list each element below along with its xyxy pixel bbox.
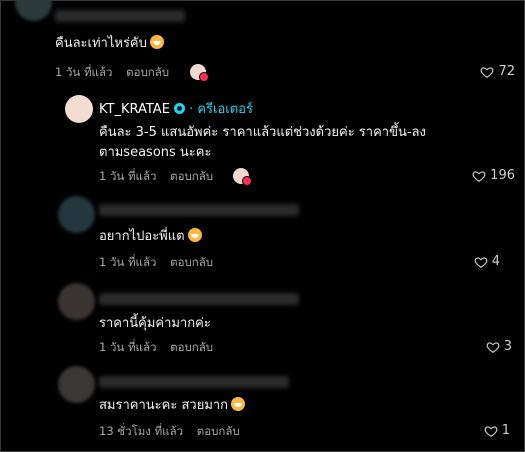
- comment-time: 1 วัน ที่แล้ว: [55, 65, 113, 79]
- comment-time: 1 วัน ที่แล้ว: [99, 169, 157, 183]
- creator-tag: · ครีเอเตอร์: [189, 102, 253, 117]
- creator-liked-avatar: [190, 64, 209, 82]
- smiling-face-with-hearts-icon: [187, 228, 202, 242]
- comment-text-body: คืนละเท่าไหร่คับ: [55, 36, 147, 51]
- comment-meta: 13 ชั่วโมง ที่แล้ว ตอบกลับ: [99, 423, 250, 441]
- heart-icon: [486, 341, 500, 353]
- verified-badge-icon: [173, 103, 185, 114]
- liked-badge-icon: [199, 72, 209, 82]
- reply-button[interactable]: ตอบกลับ: [197, 424, 240, 438]
- comment-text-line-2: ตามseasons นะคะ: [99, 145, 212, 160]
- creator-name-row: KT_KRATAE · ครีเอเตอร์: [99, 98, 253, 119]
- like-count: 196: [490, 168, 515, 183]
- heart-icon: [484, 425, 498, 437]
- smiling-face-with-hearts-icon: [231, 397, 246, 411]
- comment-text-line-1: คืนละ 3-5 แสนอัพค่ะ ราคาแล้วแต่ช่วงด้วยค…: [99, 125, 426, 140]
- like-count: 4: [491, 254, 500, 269]
- reply-button[interactable]: ตอบกลับ: [170, 169, 213, 183]
- comment-time: 1 วัน ที่แล้ว: [99, 340, 157, 354]
- reply-button[interactable]: ตอบกลับ: [126, 65, 169, 79]
- grinning-face-icon: [149, 35, 164, 49]
- like-count: 1: [501, 423, 510, 438]
- comment-meta: 1 วัน ที่แล้ว ตอบกลับ: [99, 339, 223, 357]
- like-count: 3: [503, 339, 512, 354]
- comment-meta: 1 วัน ที่แล้ว ตอบกลับ: [99, 168, 223, 186]
- avatar[interactable]: [58, 283, 95, 320]
- like-button[interactable]: 72: [480, 64, 515, 79]
- comment-time: 1 วัน ที่แล้ว: [99, 255, 157, 269]
- comment-meta: 1 วัน ที่แล้ว ตอบกลับ: [55, 64, 179, 82]
- comment-time: 13 ชั่วโมง ที่แล้ว: [99, 424, 184, 438]
- comment-text: ราคานี้คุ้มค่ามากค่ะ: [99, 316, 211, 331]
- comment-meta: 1 วัน ที่แล้ว ตอบกลับ: [99, 254, 223, 272]
- reply-button[interactable]: ตอบกลับ: [170, 340, 213, 354]
- comment-text: สมราคานะคะ สวยมาก: [99, 395, 246, 416]
- comment-text: อยากไปอะพี่แต: [99, 226, 202, 247]
- creator-username[interactable]: KT_KRATAE: [99, 102, 170, 117]
- username-blurred[interactable]: [99, 204, 299, 216]
- liked-badge-icon: [242, 176, 252, 186]
- comment-text: คืนละเท่าไหร่คับ: [55, 33, 164, 54]
- like-button[interactable]: 3: [486, 339, 512, 354]
- heart-icon: [474, 256, 488, 268]
- comment-text-body: สมราคานะคะ สวยมาก: [99, 398, 229, 413]
- creator-liked-avatar: [233, 168, 252, 186]
- username-blurred[interactable]: [99, 293, 299, 305]
- heart-icon: [472, 170, 486, 182]
- heart-icon: [481, 66, 494, 78]
- avatar[interactable]: [58, 366, 95, 403]
- username-blurred[interactable]: [55, 10, 185, 22]
- creator-avatar[interactable]: [65, 95, 93, 123]
- comment-text-body: อยากไปอะพี่แต: [99, 229, 185, 244]
- like-count: 72: [498, 64, 515, 79]
- avatar[interactable]: [58, 196, 95, 233]
- like-button[interactable]: 1: [484, 423, 510, 438]
- reply-button[interactable]: ตอบกลับ: [170, 255, 213, 269]
- like-button[interactable]: 4: [474, 254, 500, 269]
- username-blurred[interactable]: [99, 376, 289, 388]
- like-button[interactable]: 196: [472, 168, 515, 183]
